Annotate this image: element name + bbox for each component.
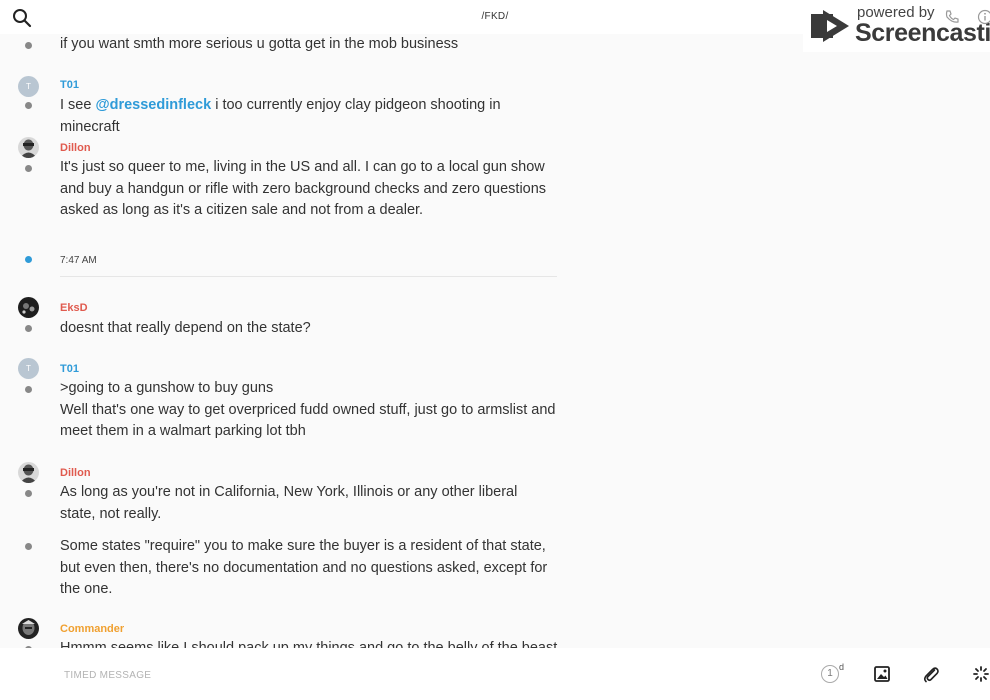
message-line: >going to a gunshow to buy guns bbox=[60, 380, 274, 396]
message-bullet bbox=[25, 325, 32, 332]
message-bullet bbox=[25, 543, 32, 550]
avatar-image-icon bbox=[18, 462, 39, 483]
message-text-part: I see bbox=[60, 97, 96, 113]
image-icon[interactable] bbox=[873, 665, 891, 683]
message-text: It's just so queer to me, living in the … bbox=[60, 159, 547, 218]
avatar[interactable]: T bbox=[18, 358, 39, 379]
avatar-image-icon bbox=[18, 618, 39, 639]
message-author[interactable]: Dillon bbox=[60, 142, 91, 154]
avatar-image-icon bbox=[18, 137, 39, 158]
avatar[interactable] bbox=[18, 618, 39, 639]
message-author[interactable]: Dillon bbox=[60, 467, 91, 479]
timer-button[interactable]: 1 d bbox=[821, 662, 851, 684]
message-bullet bbox=[25, 386, 32, 393]
message-text: if you want smth more serious u gotta ge… bbox=[60, 36, 459, 52]
message-bullet bbox=[25, 102, 32, 109]
message-text: Hmmm seems like I should pack up my thin… bbox=[60, 640, 558, 648]
avatar[interactable] bbox=[18, 297, 39, 318]
time-bullet bbox=[25, 256, 32, 263]
message-text: I see @dressedinfleck i too currently en… bbox=[60, 95, 560, 138]
timer-value: 1 bbox=[821, 665, 839, 683]
message-text: Some states "require" you to make sure t… bbox=[60, 538, 548, 597]
message-list[interactable]: if you want smth more serious u gotta ge… bbox=[0, 34, 990, 648]
timestamp: 7:47 AM bbox=[60, 255, 97, 266]
info-icon[interactable] bbox=[977, 9, 990, 25]
loading-spinner-icon[interactable] bbox=[972, 665, 990, 683]
message-bullet bbox=[25, 490, 32, 497]
avatar[interactable] bbox=[18, 462, 39, 483]
message-text: doesnt that really depend on the state? bbox=[60, 320, 311, 336]
divider bbox=[60, 276, 557, 277]
composer: 1 d bbox=[0, 648, 990, 700]
timer-unit: d bbox=[839, 662, 845, 672]
message-bullet bbox=[25, 42, 32, 49]
user-mention[interactable]: @dressedinfleck bbox=[95, 97, 211, 113]
message-line: Well that's one way to get overpriced fu… bbox=[60, 401, 556, 440]
message-text: >going to a gunshow to buy guns Well tha… bbox=[60, 378, 560, 443]
avatar[interactable]: T bbox=[18, 76, 39, 97]
message-text: As long as you're not in California, New… bbox=[60, 484, 518, 522]
paperclip-icon[interactable] bbox=[922, 665, 940, 683]
message-author[interactable]: Commander bbox=[60, 623, 124, 635]
avatar[interactable] bbox=[18, 137, 39, 158]
message-author[interactable]: T01 bbox=[60, 79, 79, 91]
avatar-image-icon bbox=[18, 297, 39, 318]
message-bullet bbox=[25, 165, 32, 172]
message-author[interactable]: EksD bbox=[60, 302, 88, 314]
phone-icon[interactable] bbox=[944, 9, 960, 25]
message-author[interactable]: T01 bbox=[60, 363, 79, 375]
message-input[interactable] bbox=[62, 664, 666, 686]
